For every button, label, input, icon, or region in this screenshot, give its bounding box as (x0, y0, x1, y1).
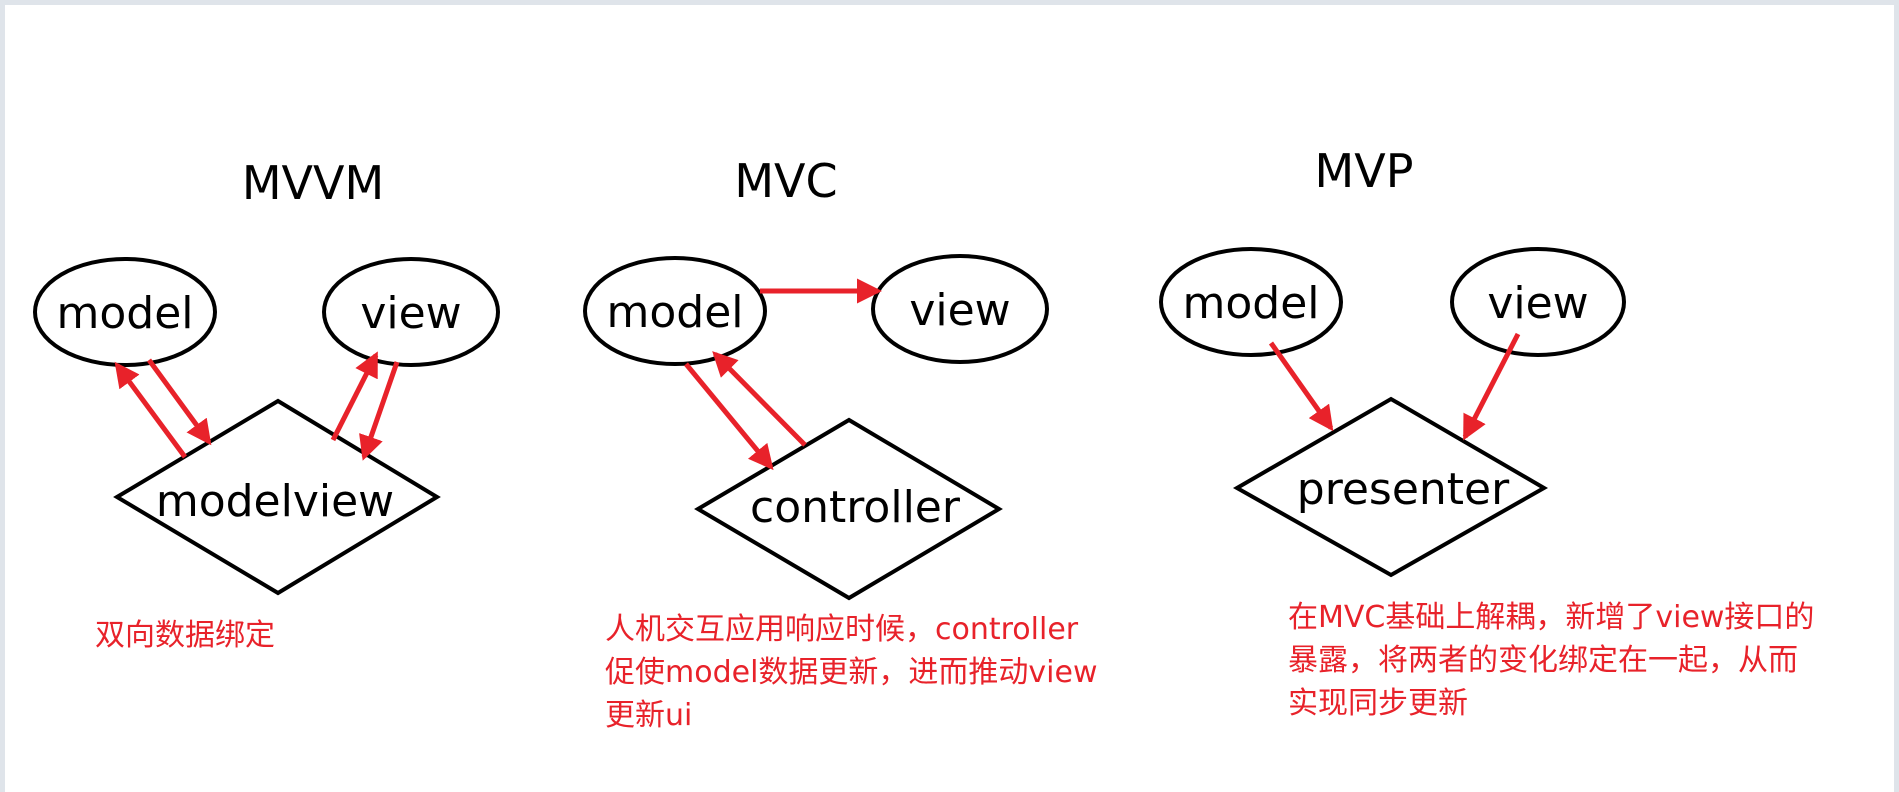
mvvm-arrow-model-to-modelview (146, 358, 212, 446)
mvc-view-label: view (909, 285, 1010, 336)
mvvm-arrow-modelview-to-model (114, 361, 188, 459)
mvc-arrow-model-to-controller (684, 362, 774, 471)
mvp-view-label: view (1487, 278, 1588, 329)
mvp-arrow-view-to-presenter (1462, 332, 1521, 441)
mvvm-model-label: model (56, 288, 193, 339)
mvvm-modelview-label: modelview (156, 476, 394, 527)
mvc-title: MVC (734, 154, 837, 208)
mvc-model-label: model (606, 287, 743, 338)
mvc-arrow-controller-to-model (712, 351, 807, 447)
mvvm-arrow-view-to-modelview (359, 361, 400, 461)
mvc-note: 人机交互应用响应时候，controller 促使model数据更新，进而推动vi… (605, 612, 1098, 733)
mvp-note: 在MVC基础上解耦，新增了view接口的 暴露，将两者的变化绑定在一起，从而 实… (1288, 600, 1815, 721)
mvvm-view-label: view (360, 288, 461, 339)
mvp-model-label: model (1182, 278, 1319, 329)
mvvm-title: MVVM (242, 156, 384, 210)
mvvm-note: 双向数据绑定 (95, 618, 275, 653)
mvp-arrow-model-to-presenter (1268, 341, 1334, 432)
mvc-controller-label: controller (750, 482, 961, 533)
mvvm-arrow-modelview-to-view (330, 351, 379, 442)
mvp-title: MVP (1315, 144, 1414, 198)
mvp-presenter-label: presenter (1297, 464, 1510, 515)
